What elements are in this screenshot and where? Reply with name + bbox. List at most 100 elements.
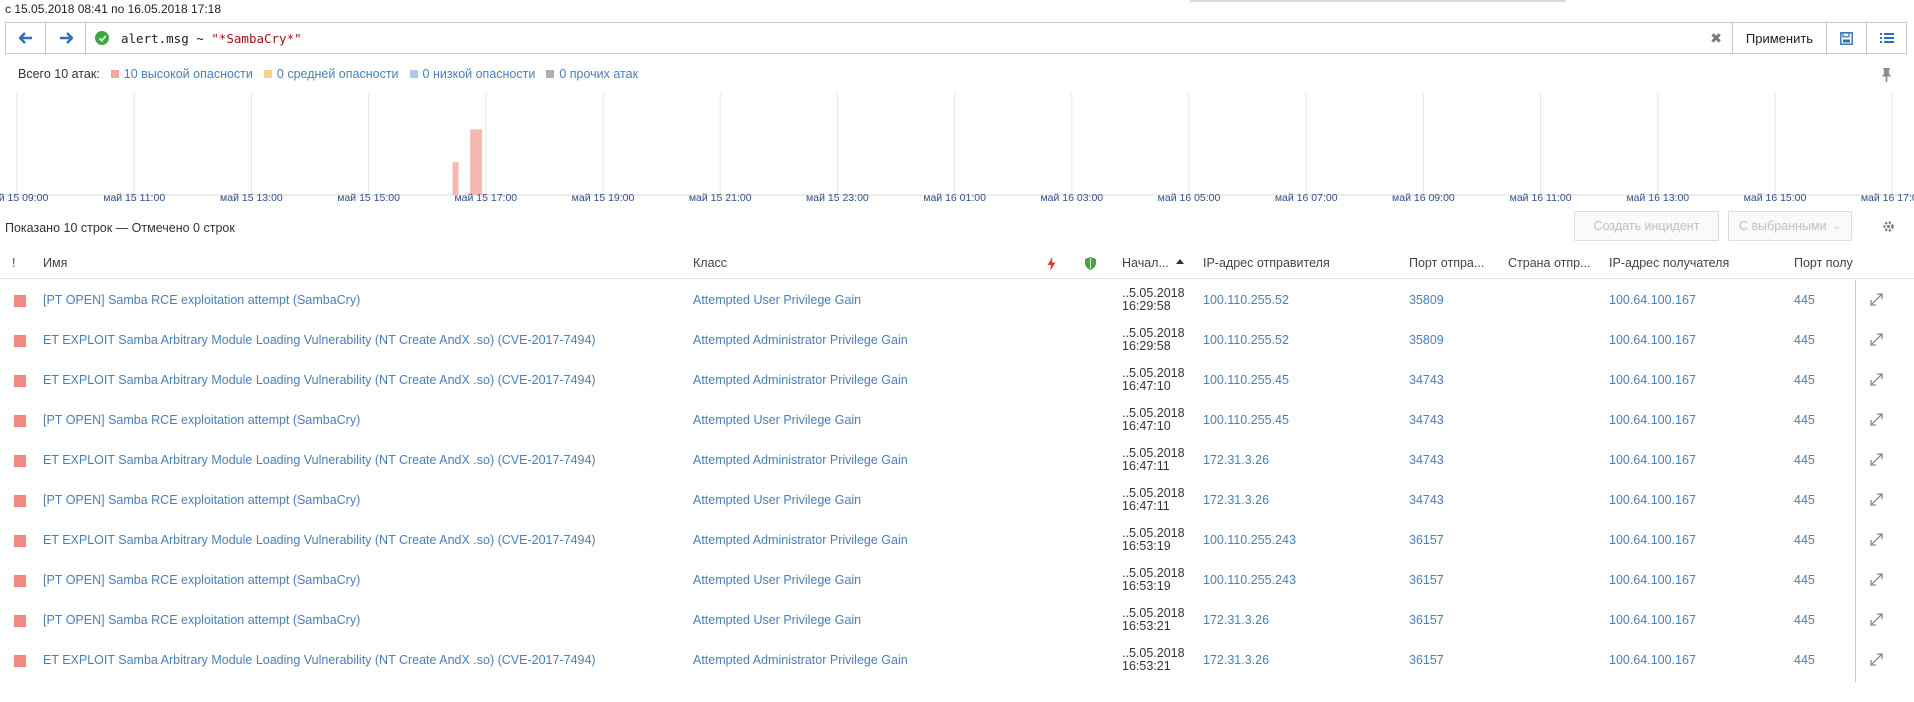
row-name-link[interactable]: ET EXPLOIT Samba Arbitrary Module Loadin… (43, 533, 596, 547)
row-dst-port-link[interactable]: 445 (1794, 293, 1815, 307)
table-row[interactable]: ET EXPLOIT Samba Arbitrary Module Loadin… (0, 640, 1914, 680)
row-src-ip-link[interactable]: 100.110.255.243 (1203, 573, 1296, 587)
pin-icon[interactable] (1881, 68, 1892, 82)
expand-icon[interactable] (1870, 493, 1883, 506)
row-class-link[interactable]: Attempted Administrator Privilege Gain (693, 373, 908, 387)
period-label[interactable]: с 15.05.2018 08:41 по 16.05.2018 17:18 (5, 2, 221, 16)
row-dst-port-link[interactable]: 445 (1794, 613, 1815, 627)
legend-low[interactable]: 0 низкой опасности (409, 67, 535, 81)
col-start[interactable]: Начал... (1122, 256, 1174, 270)
row-dst-ip-link[interactable]: 100.64.100.167 (1609, 453, 1696, 467)
row-src-ip-link[interactable]: 172.31.3.26 (1203, 613, 1269, 627)
row-dst-ip-link[interactable]: 100.64.100.167 (1609, 373, 1696, 387)
lightning-icon[interactable] (1047, 257, 1056, 271)
query-input[interactable]: alert.msg ~ "*SambaCry*" ✖ (86, 23, 1732, 53)
row-dst-port-link[interactable]: 445 (1794, 493, 1815, 507)
row-name-link[interactable]: [PT OPEN] Samba RCE exploitation attempt… (43, 413, 360, 427)
apply-button[interactable]: Применить (1732, 23, 1826, 53)
row-src-ip-link[interactable]: 172.31.3.26 (1203, 493, 1269, 507)
expand-icon[interactable] (1870, 613, 1883, 626)
row-dst-port-link[interactable]: 445 (1794, 373, 1815, 387)
forward-button[interactable] (46, 23, 86, 53)
row-src-port-link[interactable]: 34743 (1409, 453, 1444, 467)
table-row[interactable]: [PT OPEN] Samba RCE exploitation attempt… (0, 280, 1914, 320)
row-class-link[interactable]: Attempted Administrator Privilege Gain (693, 333, 908, 347)
row-src-ip-link[interactable]: 100.110.255.45 (1203, 373, 1289, 387)
filter-list-button[interactable] (1866, 23, 1906, 53)
row-dst-ip-link[interactable]: 100.64.100.167 (1609, 413, 1696, 427)
save-filter-button[interactable] (1826, 23, 1866, 53)
row-name-link[interactable]: ET EXPLOIT Samba Arbitrary Module Loadin… (43, 333, 596, 347)
col-name[interactable]: Имя (43, 256, 67, 270)
table-row[interactable]: ET EXPLOIT Samba Arbitrary Module Loadin… (0, 320, 1914, 360)
row-src-port-link[interactable]: 35809 (1409, 333, 1444, 347)
row-dst-port-link[interactable]: 445 (1794, 413, 1815, 427)
row-dst-ip-link[interactable]: 100.64.100.167 (1609, 333, 1696, 347)
row-src-port-link[interactable]: 36157 (1409, 573, 1444, 587)
col-dst-port[interactable]: Порт полу (1794, 256, 1854, 270)
col-src-ip[interactable]: IP-адрес отправителя (1203, 256, 1330, 270)
expand-icon[interactable] (1870, 333, 1883, 346)
row-class-link[interactable]: Attempted User Privilege Gain (693, 293, 861, 307)
legend-high[interactable]: 10 высокой опасности (110, 67, 253, 81)
expand-icon[interactable] (1870, 293, 1883, 306)
row-dst-ip-link[interactable]: 100.64.100.167 (1609, 293, 1696, 307)
row-name-link[interactable]: ET EXPLOIT Samba Arbitrary Module Loadin… (43, 373, 596, 387)
row-dst-ip-link[interactable]: 100.64.100.167 (1609, 653, 1696, 667)
row-class-link[interactable]: Attempted Administrator Privilege Gain (693, 653, 908, 667)
row-name-link[interactable]: [PT OPEN] Samba RCE exploitation attempt… (43, 293, 360, 307)
expand-icon[interactable] (1870, 373, 1883, 386)
row-dst-ip-link[interactable]: 100.64.100.167 (1609, 533, 1696, 547)
row-src-port-link[interactable]: 34743 (1409, 493, 1444, 507)
row-src-ip-link[interactable]: 100.110.255.243 (1203, 533, 1296, 547)
row-class-link[interactable]: Attempted User Privilege Gain (693, 413, 861, 427)
expand-icon[interactable] (1870, 653, 1883, 666)
table-row[interactable]: ET EXPLOIT Samba Arbitrary Module Loadin… (0, 440, 1914, 480)
legend-medium[interactable]: 0 средней опасности (263, 67, 399, 81)
chart-bar[interactable] (470, 129, 477, 195)
row-src-port-link[interactable]: 34743 (1409, 373, 1444, 387)
row-src-ip-link[interactable]: 172.31.3.26 (1203, 453, 1269, 467)
legend-other[interactable]: 0 прочих атак (546, 67, 638, 81)
row-dst-port-link[interactable]: 445 (1794, 653, 1815, 667)
row-dst-port-link[interactable]: 445 (1794, 573, 1815, 587)
row-class-link[interactable]: Attempted Administrator Privilege Gain (693, 453, 908, 467)
row-src-ip-link[interactable]: 100.110.255.52 (1203, 293, 1289, 307)
expand-icon[interactable] (1870, 573, 1883, 586)
sort-asc-icon[interactable] (1176, 259, 1184, 264)
col-dst-ip[interactable]: IP-адрес получателя (1609, 256, 1729, 270)
gear-icon[interactable] (1882, 220, 1895, 233)
expand-icon[interactable] (1870, 413, 1883, 426)
row-src-port-link[interactable]: 34743 (1409, 413, 1444, 427)
table-row[interactable]: ET EXPLOIT Samba Arbitrary Module Loadin… (0, 360, 1914, 400)
with-selected-button[interactable]: С выбранными ⌄ (1728, 211, 1852, 241)
row-name-link[interactable]: [PT OPEN] Samba RCE exploitation attempt… (43, 573, 360, 587)
expand-icon[interactable] (1870, 533, 1883, 546)
col-class[interactable]: Класс (693, 256, 727, 270)
row-dst-port-link[interactable]: 445 (1794, 453, 1815, 467)
row-class-link[interactable]: Attempted User Privilege Gain (693, 573, 861, 587)
row-class-link[interactable]: Attempted Administrator Privilege Gain (693, 533, 908, 547)
row-dst-port-link[interactable]: 445 (1794, 333, 1815, 347)
create-incident-button[interactable]: Создать инцидент (1574, 211, 1719, 241)
table-row[interactable]: [PT OPEN] Samba RCE exploitation attempt… (0, 400, 1914, 440)
row-src-ip-link[interactable]: 100.110.255.52 (1203, 333, 1289, 347)
col-src-port[interactable]: Порт отпра... (1409, 256, 1494, 270)
row-dst-ip-link[interactable]: 100.64.100.167 (1609, 613, 1696, 627)
row-dst-port-link[interactable]: 445 (1794, 533, 1815, 547)
row-src-port-link[interactable]: 36157 (1409, 653, 1444, 667)
row-class-link[interactable]: Attempted User Privilege Gain (693, 613, 861, 627)
row-src-port-link[interactable]: 36157 (1409, 613, 1444, 627)
row-src-ip-link[interactable]: 172.31.3.26 (1203, 653, 1269, 667)
row-dst-ip-link[interactable]: 100.64.100.167 (1609, 493, 1696, 507)
table-row[interactable]: [PT OPEN] Samba RCE exploitation attempt… (0, 600, 1914, 640)
chart-bar[interactable] (452, 162, 459, 195)
row-src-ip-link[interactable]: 100.110.255.45 (1203, 413, 1289, 427)
period-scrollbar[interactable] (1190, 0, 1566, 2)
row-name-link[interactable]: [PT OPEN] Samba RCE exploitation attempt… (43, 613, 360, 627)
row-src-port-link[interactable]: 36157 (1409, 533, 1444, 547)
col-src-country[interactable]: Страна отпр... (1508, 256, 1598, 270)
clear-icon[interactable]: ✖ (1710, 30, 1722, 47)
row-src-port-link[interactable]: 35809 (1409, 293, 1444, 307)
expand-icon[interactable] (1870, 453, 1883, 466)
